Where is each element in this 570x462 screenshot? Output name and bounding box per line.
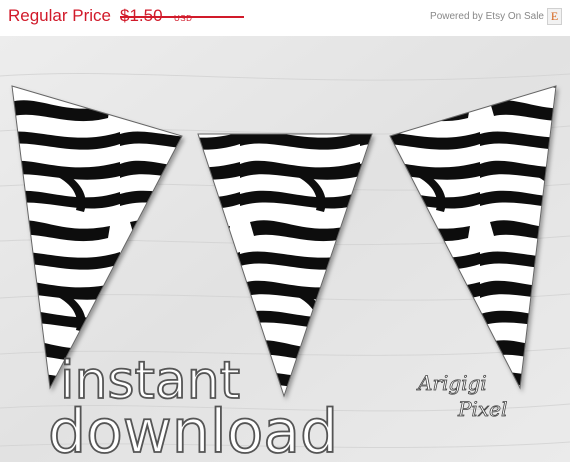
brand-signature-line2: Pixel [457,397,507,421]
download-text: download [48,397,338,462]
product-image: instant download Arigigi Pixel [0,36,570,462]
price-strikethrough [120,16,244,18]
brand-signature-line1: Arigigi [416,371,487,395]
etsy-logo-icon[interactable]: E [547,8,562,25]
zebra-bunting-artwork: instant download Arigigi Pixel [0,36,570,462]
promo-banner: Regular Price $1.50 USD Powered by Etsy … [0,0,570,36]
powered-by-etsy-text[interactable]: Powered by Etsy On Sale [430,11,544,22]
regular-price-label: Regular Price [8,6,111,25]
